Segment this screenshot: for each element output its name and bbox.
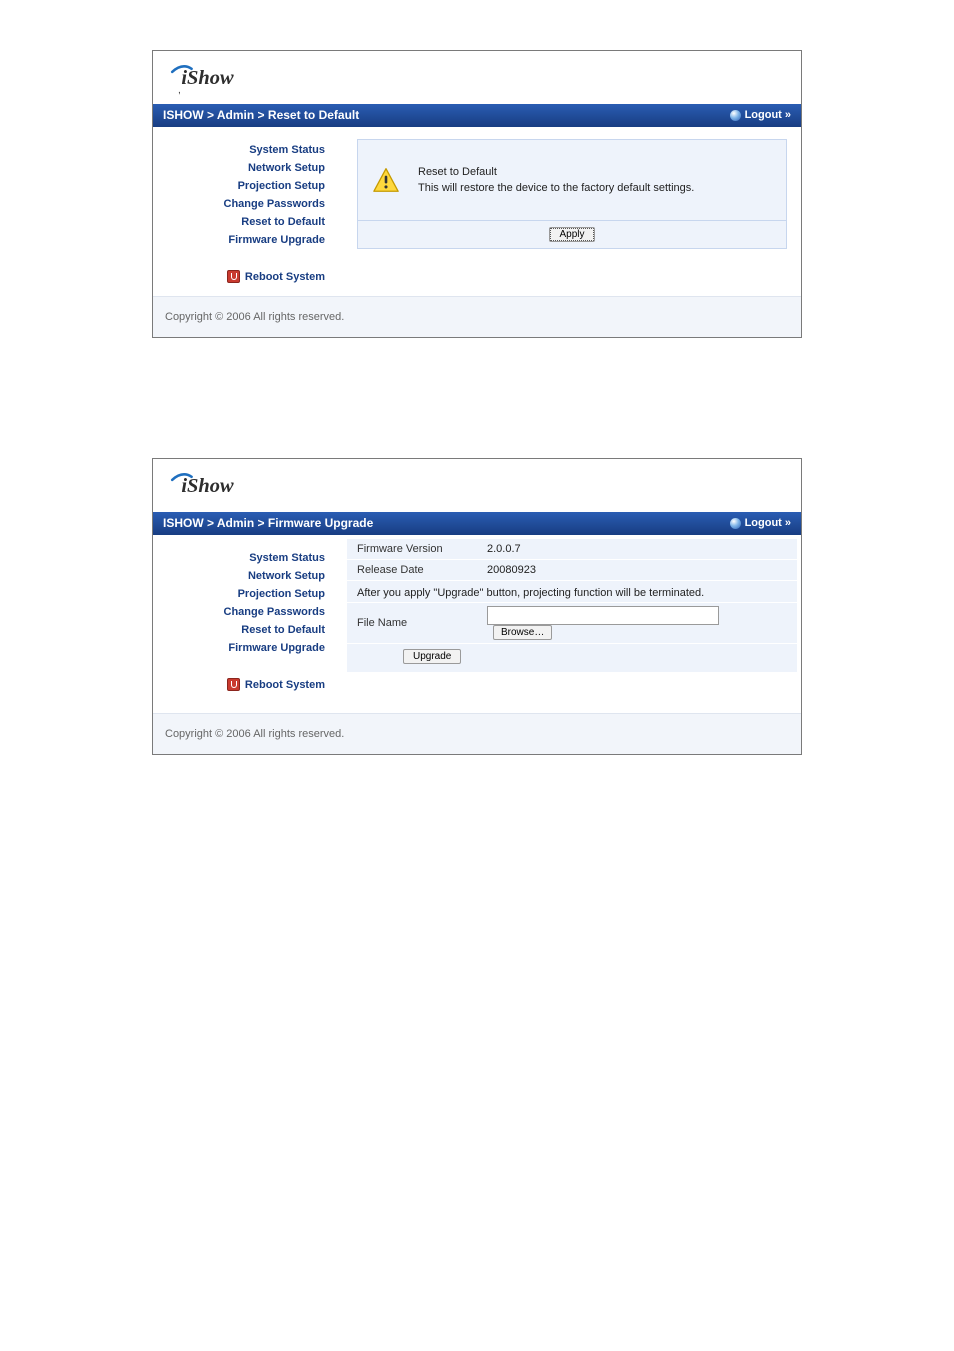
svg-text:iShow: iShow xyxy=(181,67,234,89)
content-area: Reset to Default This will restore the d… xyxy=(343,127,801,296)
svg-text:iShow: iShow xyxy=(181,475,234,497)
sidebar-item-reboot-system[interactable]: Reboot System xyxy=(153,267,343,286)
breadcrumb: ISHOW > Admin > Reset to Default xyxy=(163,108,359,122)
file-name-label: File Name xyxy=(347,603,477,644)
sidebar-item-change-passwords[interactable]: Change Passwords xyxy=(153,195,343,213)
logo-bar: iShow xyxy=(153,459,801,512)
footer: Copyright © 2006 All rights reserved. xyxy=(153,713,801,754)
firmware-version-value: 2.0.0.7 xyxy=(477,539,797,560)
sidebar-item-firmware-upgrade[interactable]: Firmware Upgrade xyxy=(153,231,343,249)
footer: Copyright © 2006 All rights reserved. xyxy=(153,296,801,337)
reboot-label: Reboot System xyxy=(245,679,325,691)
warning-icon xyxy=(372,167,400,193)
table-row: After you apply "Upgrade" button, projec… xyxy=(347,581,797,603)
logout-link[interactable]: Logout » xyxy=(730,109,791,121)
power-icon xyxy=(227,678,240,691)
logout-label: Logout » xyxy=(745,517,791,529)
logout-icon xyxy=(730,518,741,529)
release-date-label: Release Date xyxy=(347,560,477,581)
breadcrumb: ISHOW > Admin > Firmware Upgrade xyxy=(163,516,373,530)
decorative-mark: , xyxy=(178,85,181,96)
power-icon xyxy=(227,270,240,283)
breadcrumb-bar: ISHOW > Admin > Firmware Upgrade Logout … xyxy=(153,512,801,535)
table-row: Firmware Version 2.0.0.7 xyxy=(347,539,797,560)
upgrade-button[interactable]: Upgrade xyxy=(403,649,461,664)
panel-reset-to-default: iShow ISHOW > Admin > Reset to Default L… xyxy=(152,50,802,338)
file-name-input[interactable] xyxy=(487,606,719,625)
sidebar-item-network-setup[interactable]: Network Setup xyxy=(153,567,343,585)
panel-firmware-upgrade: iShow ISHOW > Admin > Firmware Upgrade L… xyxy=(152,458,802,755)
sidebar-item-projection-setup[interactable]: Projection Setup xyxy=(153,585,343,603)
sidebar-item-network-setup[interactable]: Network Setup xyxy=(153,159,343,177)
sidebar-item-change-passwords[interactable]: Change Passwords xyxy=(153,603,343,621)
browse-button[interactable]: Browse… xyxy=(493,625,552,640)
sidebar-item-reset-to-default[interactable]: Reset to Default xyxy=(153,621,343,639)
sidebar-item-projection-setup[interactable]: Projection Setup xyxy=(153,177,343,195)
sidebar: System Status Network Setup Projection S… xyxy=(153,127,343,296)
sidebar-item-system-status[interactable]: System Status xyxy=(153,549,343,567)
content-area: Firmware Version 2.0.0.7 Release Date 20… xyxy=(343,535,801,713)
release-date-value: 20080923 xyxy=(477,560,797,581)
reset-description: This will restore the device to the fact… xyxy=(418,182,694,194)
sidebar-item-reboot-system[interactable]: Reboot System xyxy=(153,675,343,694)
logout-link[interactable]: Logout » xyxy=(730,517,791,529)
table-row: File Name Browse… xyxy=(347,603,797,644)
firmware-info-table: Firmware Version 2.0.0.7 Release Date 20… xyxy=(347,539,797,673)
sidebar-item-system-status[interactable]: System Status xyxy=(153,141,343,159)
table-row: Upgrade xyxy=(347,644,797,673)
upgrade-note: After you apply "Upgrade" button, projec… xyxy=(347,581,797,603)
sidebar-item-firmware-upgrade[interactable]: Firmware Upgrade xyxy=(153,639,343,657)
ishow-logo: iShow xyxy=(165,467,257,503)
apply-row: Apply xyxy=(357,221,787,249)
apply-button[interactable]: Apply xyxy=(549,227,594,242)
table-row: Release Date 20080923 xyxy=(347,560,797,581)
sidebar-item-reset-to-default[interactable]: Reset to Default xyxy=(153,213,343,231)
logout-icon xyxy=(730,110,741,121)
firmware-version-label: Firmware Version xyxy=(347,539,477,560)
reboot-label: Reboot System xyxy=(245,271,325,283)
reset-title: Reset to Default xyxy=(418,166,694,178)
logo-bar: iShow xyxy=(153,51,801,104)
breadcrumb-bar: ISHOW > Admin > Reset to Default Logout … xyxy=(153,104,801,127)
logout-label: Logout » xyxy=(745,109,791,121)
sidebar: System Status Network Setup Projection S… xyxy=(153,535,343,713)
reset-info-box: Reset to Default This will restore the d… xyxy=(357,139,787,221)
